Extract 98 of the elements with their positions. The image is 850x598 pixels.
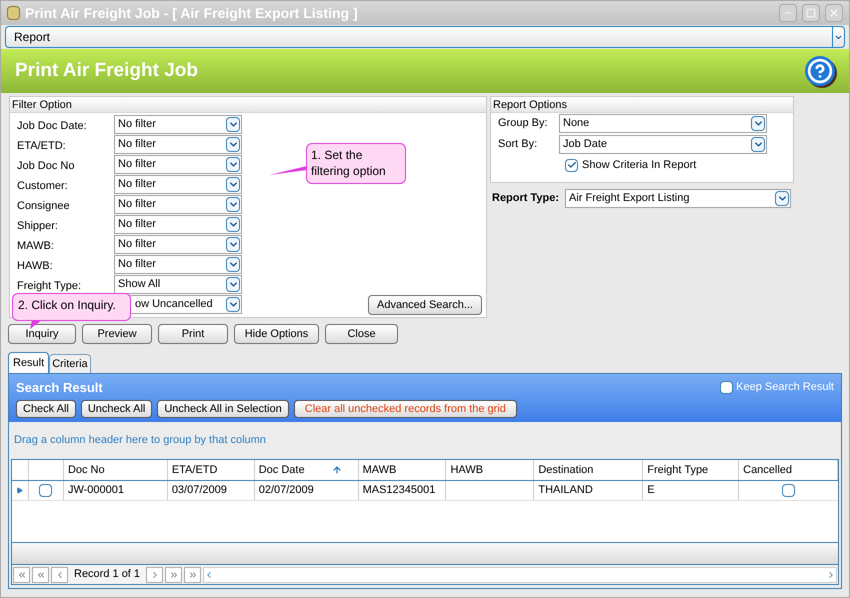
dropdown-arrow-icon (832, 27, 844, 47)
table-cell-text: MAS12345001 (362, 483, 436, 498)
column-header[interactable]: Destination (534, 460, 644, 480)
section-title: Search Result (16, 378, 104, 397)
last-page-button[interactable] (184, 566, 202, 582)
table-cell-text: THAILAND (538, 483, 593, 498)
dropdown-arrow-icon (226, 137, 240, 152)
tab[interactable]: Criteria (49, 354, 91, 373)
column-header[interactable]: Cancelled (739, 460, 838, 480)
dropdown-field[interactable]: Air Freight Export Listing (565, 189, 792, 208)
column-header[interactable]: Doc No (64, 460, 168, 480)
filter-label: ETA/ETD: (17, 140, 66, 152)
column-header[interactable]: HAWB (446, 460, 534, 480)
dropdown-arrow-icon (226, 297, 240, 312)
leader-line (269, 166, 307, 175)
dropdown-arrow-icon (226, 277, 240, 292)
filter-label: HAWB: (17, 260, 53, 272)
action-button[interactable]: Hide Options (234, 324, 319, 344)
dropdown-field[interactable]: No filter (114, 175, 242, 194)
close-icon (828, 7, 840, 19)
filter-label: MAWB: (17, 240, 54, 252)
dropdown-field[interactable]: No filter (114, 255, 242, 274)
table-cell-text: 02/07/2009 (258, 483, 314, 498)
dropdown-field[interactable]: No filter (114, 235, 242, 254)
first-page-icon (16, 570, 26, 580)
minimize-button[interactable] (779, 4, 797, 22)
group-by-hint: Drag a column header here to group by that column (14, 433, 266, 448)
checkbox-label: Keep Search Result (736, 380, 834, 396)
dropdown-arrow-icon (226, 197, 240, 212)
maximize-button[interactable] (802, 4, 820, 22)
sort-arrow-icon (332, 465, 342, 475)
sort-by-label: Sort By: (498, 137, 538, 152)
column-header[interactable]: MAWB (358, 460, 446, 480)
grid-action-button[interactable]: Uncheck All in Selection (157, 400, 289, 418)
group-by-label: Group By: (498, 116, 549, 132)
dropdown-field[interactable]: None (559, 114, 767, 133)
column-header[interactable]: Doc Date (254, 460, 359, 480)
menu-dropdown[interactable]: Report (5, 26, 845, 48)
panel-title: Report Options (491, 97, 793, 113)
next-record-button[interactable] (146, 566, 164, 582)
table-cell-text: E (647, 483, 655, 498)
dropdown-field[interactable]: No filter (114, 215, 242, 234)
checkbox-label: Show Criteria In Report (582, 158, 696, 173)
previous-record-button[interactable] (51, 566, 68, 582)
filter-label: Consignee (17, 200, 70, 212)
filter-label: Job Doc Date: (17, 120, 87, 132)
table-cell-text: JW-000001 (68, 483, 124, 498)
action-button[interactable]: Preview (82, 324, 152, 344)
grid-action-button[interactable]: Uncheck All (80, 400, 152, 418)
filter-label: Freight Type: (17, 280, 81, 292)
advanced-search-button[interactable]: Advanced Search... (368, 295, 482, 315)
last-page-icon (188, 570, 198, 580)
dropdown-arrow-icon (226, 177, 240, 192)
double-chevron-right-icon (168, 570, 179, 580)
filter-label: Job Doc No (17, 160, 74, 172)
dropdown-arrow-icon (226, 157, 240, 172)
grid-action-button[interactable]: Check All (16, 400, 76, 418)
previous-page-button[interactable] (32, 566, 49, 582)
dropdown-arrow-icon (751, 137, 765, 152)
close-button[interactable] (825, 4, 843, 22)
help-icon[interactable] (805, 56, 835, 86)
maximize-icon (806, 8, 816, 18)
dropdown-arrow-icon (226, 117, 240, 132)
app-icon (7, 6, 20, 20)
panel-title: Filter Option (10, 97, 486, 113)
dropdown-field[interactable]: Job Date (559, 135, 767, 154)
dropdown-arrow-icon (226, 257, 240, 272)
column-header[interactable]: ETA/ETD (168, 460, 255, 480)
checkbox[interactable] (39, 484, 52, 497)
banner-title: Print Air Freight Job (15, 58, 199, 83)
dropdown-arrow-icon (751, 116, 765, 131)
callout-tooltip: 1. Set the filtering option (306, 143, 406, 184)
checkbox[interactable] (720, 381, 734, 394)
dropdown-field[interactable]: No filter (114, 195, 242, 214)
dropdown-arrow-icon (226, 237, 240, 252)
grid-action-button[interactable]: Clear all unchecked records from the grid (294, 400, 517, 418)
action-button[interactable]: Print (158, 324, 228, 344)
next-page-button[interactable] (165, 566, 182, 582)
table-cell-text: 03/07/2009 (172, 483, 227, 498)
filter-label: Shipper: (17, 220, 58, 232)
double-chevron-left-icon (36, 570, 46, 580)
dropdown-arrow-icon (775, 191, 790, 206)
column-header[interactable]: Freight Type (643, 460, 740, 480)
dropdown-field[interactable]: No filter (114, 135, 242, 154)
filter-label: Customer: (17, 180, 68, 192)
dropdown-field[interactable]: No filter (114, 115, 242, 134)
report-type-label: Report Type: (492, 191, 560, 206)
record-counter: Record 1 of 1 (73, 567, 142, 582)
action-button[interactable]: Inquiry (8, 324, 76, 344)
checkbox[interactable] (565, 158, 578, 172)
dropdown-arrow-icon (226, 217, 240, 232)
callout-tooltip: 2. Click on Inquiry. (12, 293, 131, 321)
checkbox[interactable] (782, 484, 796, 497)
tab[interactable]: Result (8, 352, 50, 373)
first-page-button[interactable] (13, 566, 30, 582)
dropdown-field[interactable]: No filter (114, 155, 242, 174)
action-button[interactable]: Close (325, 324, 398, 344)
dropdown-field[interactable]: Show All (114, 275, 242, 294)
